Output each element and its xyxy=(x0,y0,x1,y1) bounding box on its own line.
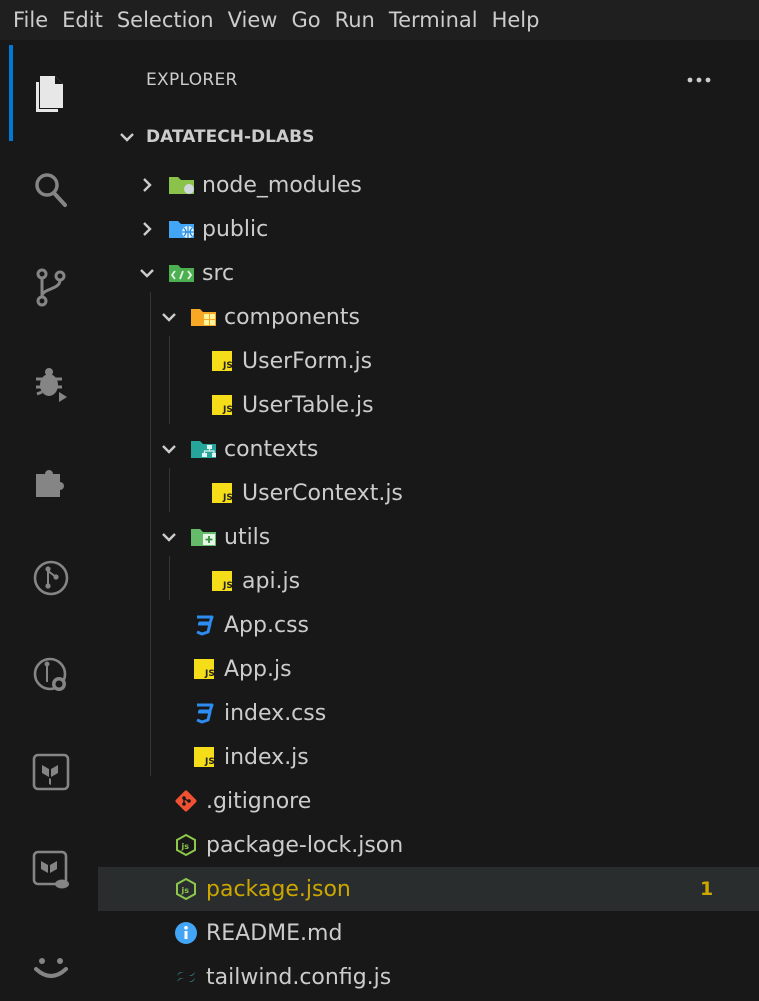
explorer-root-label: DATATECH-DLABS xyxy=(146,127,315,147)
problem-count-badge: 1 xyxy=(700,878,714,900)
tree-item-label: tailwind.config.js xyxy=(206,964,392,990)
tree-item-app-js[interactable]: JS App.js xyxy=(98,647,759,691)
svg-text:js: js xyxy=(181,886,190,895)
explorer-root[interactable]: DATATECH-DLABS xyxy=(98,115,759,159)
menu-help[interactable]: Help xyxy=(487,0,549,40)
tree-item-usercontext-js[interactable]: JS UserContext.js xyxy=(98,471,759,515)
folder-utils-icon xyxy=(190,525,218,549)
tree-item-label: index.css xyxy=(224,700,327,726)
css-file-icon xyxy=(190,701,218,725)
chevron-right-icon xyxy=(143,178,152,192)
node-json-file-icon: js xyxy=(172,877,200,901)
tree-item-contexts[interactable]: contexts xyxy=(98,427,759,471)
svg-text:JS: JS xyxy=(204,757,215,767)
tree-item-label: components xyxy=(224,304,360,330)
svg-text:JS: JS xyxy=(222,361,233,371)
chevron-down-icon xyxy=(162,533,176,542)
tree-item-label: api.js xyxy=(242,568,301,594)
tree-item-label: public xyxy=(202,216,269,242)
more-actions-icon[interactable] xyxy=(681,68,717,92)
tree-item-label: contexts xyxy=(224,436,319,462)
run-debug-icon[interactable] xyxy=(24,357,78,411)
terraform-icon[interactable] xyxy=(24,745,78,799)
tree-item-label: UserContext.js xyxy=(242,480,403,506)
tailwind-file-icon xyxy=(172,965,200,989)
menu-run[interactable]: Run xyxy=(330,0,384,40)
tree-item-src[interactable]: src xyxy=(98,251,759,295)
explorer-title: EXPLORER xyxy=(146,70,238,90)
js-file-icon: JS xyxy=(208,393,236,417)
menu-go[interactable]: Go xyxy=(286,0,329,40)
tree-item-label: .gitignore xyxy=(206,788,312,814)
chevron-down-icon xyxy=(162,313,176,322)
folder-components-icon xyxy=(190,305,218,329)
js-file-icon: JS xyxy=(190,657,218,681)
tree-item-gitignore[interactable]: .gitignore xyxy=(98,779,759,823)
activity-bar xyxy=(0,40,98,1001)
svg-text:JS: JS xyxy=(222,493,233,503)
terraform-cloud-icon[interactable] xyxy=(24,842,78,896)
tree-item-usertable-js[interactable]: JS UserTable.js xyxy=(98,383,759,427)
source-control-icon[interactable] xyxy=(24,260,78,314)
menu-bar: File Edit Selection View Go Run Terminal… xyxy=(0,0,759,40)
tree-item-app-css[interactable]: App.css xyxy=(98,603,759,647)
tree-item-label: utils xyxy=(224,524,271,550)
git-history-icon[interactable] xyxy=(24,648,78,702)
tree-item-package-json[interactable]: js package.json 1 xyxy=(98,867,759,911)
menu-terminal[interactable]: Terminal xyxy=(384,0,487,40)
chevron-down-icon xyxy=(140,269,154,278)
tree-item-label: App.js xyxy=(224,656,292,682)
tree-item-label: node_modules xyxy=(202,172,362,198)
tree-item-utils[interactable]: utils xyxy=(98,515,759,559)
tree-item-node_modules[interactable]: node_modules xyxy=(98,163,759,207)
js-file-icon: JS xyxy=(208,481,236,505)
tree-item-userform-js[interactable]: JS UserForm.js xyxy=(98,339,759,383)
folder-src-icon xyxy=(168,261,196,285)
search-icon[interactable] xyxy=(24,163,78,217)
tree-item-readme-md[interactable]: README.md xyxy=(98,911,759,955)
js-file-icon: JS xyxy=(190,745,218,769)
node-json-file-icon: js xyxy=(172,833,200,857)
menu-selection[interactable]: Selection xyxy=(112,0,223,40)
svg-text:JS: JS xyxy=(222,405,233,415)
menu-view[interactable]: View xyxy=(223,0,287,40)
tree-item-label: package-lock.json xyxy=(206,832,404,858)
chevron-right-icon xyxy=(143,222,152,236)
extensions-icon[interactable] xyxy=(24,454,78,508)
svg-text:js: js xyxy=(181,842,190,851)
tree-item-components[interactable]: components xyxy=(98,295,759,339)
tree-item-label: index.js xyxy=(224,744,309,770)
feedback-smiley-icon[interactable] xyxy=(24,939,78,993)
css-file-icon xyxy=(190,613,218,637)
js-file-icon: JS xyxy=(208,349,236,373)
folder-node-icon xyxy=(168,173,196,197)
tree-item-tailwind-config-js[interactable]: tailwind.config.js xyxy=(98,955,759,999)
info-file-icon xyxy=(172,921,200,945)
tree-item-index-css[interactable]: index.css xyxy=(98,691,759,735)
chevron-down-icon xyxy=(162,445,176,454)
tree-item-index-js[interactable]: JS index.js xyxy=(98,735,759,779)
tree-item-label: UserTable.js xyxy=(242,392,374,418)
menu-file[interactable]: File xyxy=(8,0,57,40)
tree-item-label: package.json xyxy=(206,876,351,902)
files-icon[interactable] xyxy=(24,66,78,120)
svg-text:JS: JS xyxy=(204,669,215,679)
tree-item-api-js[interactable]: JS api.js xyxy=(98,559,759,603)
tree-item-public[interactable]: public xyxy=(98,207,759,251)
tree-item-label: UserForm.js xyxy=(242,348,373,374)
folder-public-icon xyxy=(168,217,196,241)
menu-edit[interactable]: Edit xyxy=(57,0,112,40)
active-view-indicator xyxy=(9,45,13,141)
git-file-icon xyxy=(172,789,200,813)
js-file-icon: JS xyxy=(208,569,236,593)
tree-item-package-lock-json[interactable]: js package-lock.json xyxy=(98,823,759,867)
tree-item-label: README.md xyxy=(206,920,343,946)
tree-item-label: src xyxy=(202,260,235,286)
git-graph-icon[interactable] xyxy=(24,551,78,605)
tree-item-label: App.css xyxy=(224,612,309,638)
chevron-down-icon xyxy=(120,133,134,142)
explorer-sidebar: EXPLORER DATATECH-DLABS node_modules pub… xyxy=(98,40,759,1001)
folder-contexts-icon xyxy=(190,437,218,461)
svg-text:JS: JS xyxy=(222,581,233,591)
